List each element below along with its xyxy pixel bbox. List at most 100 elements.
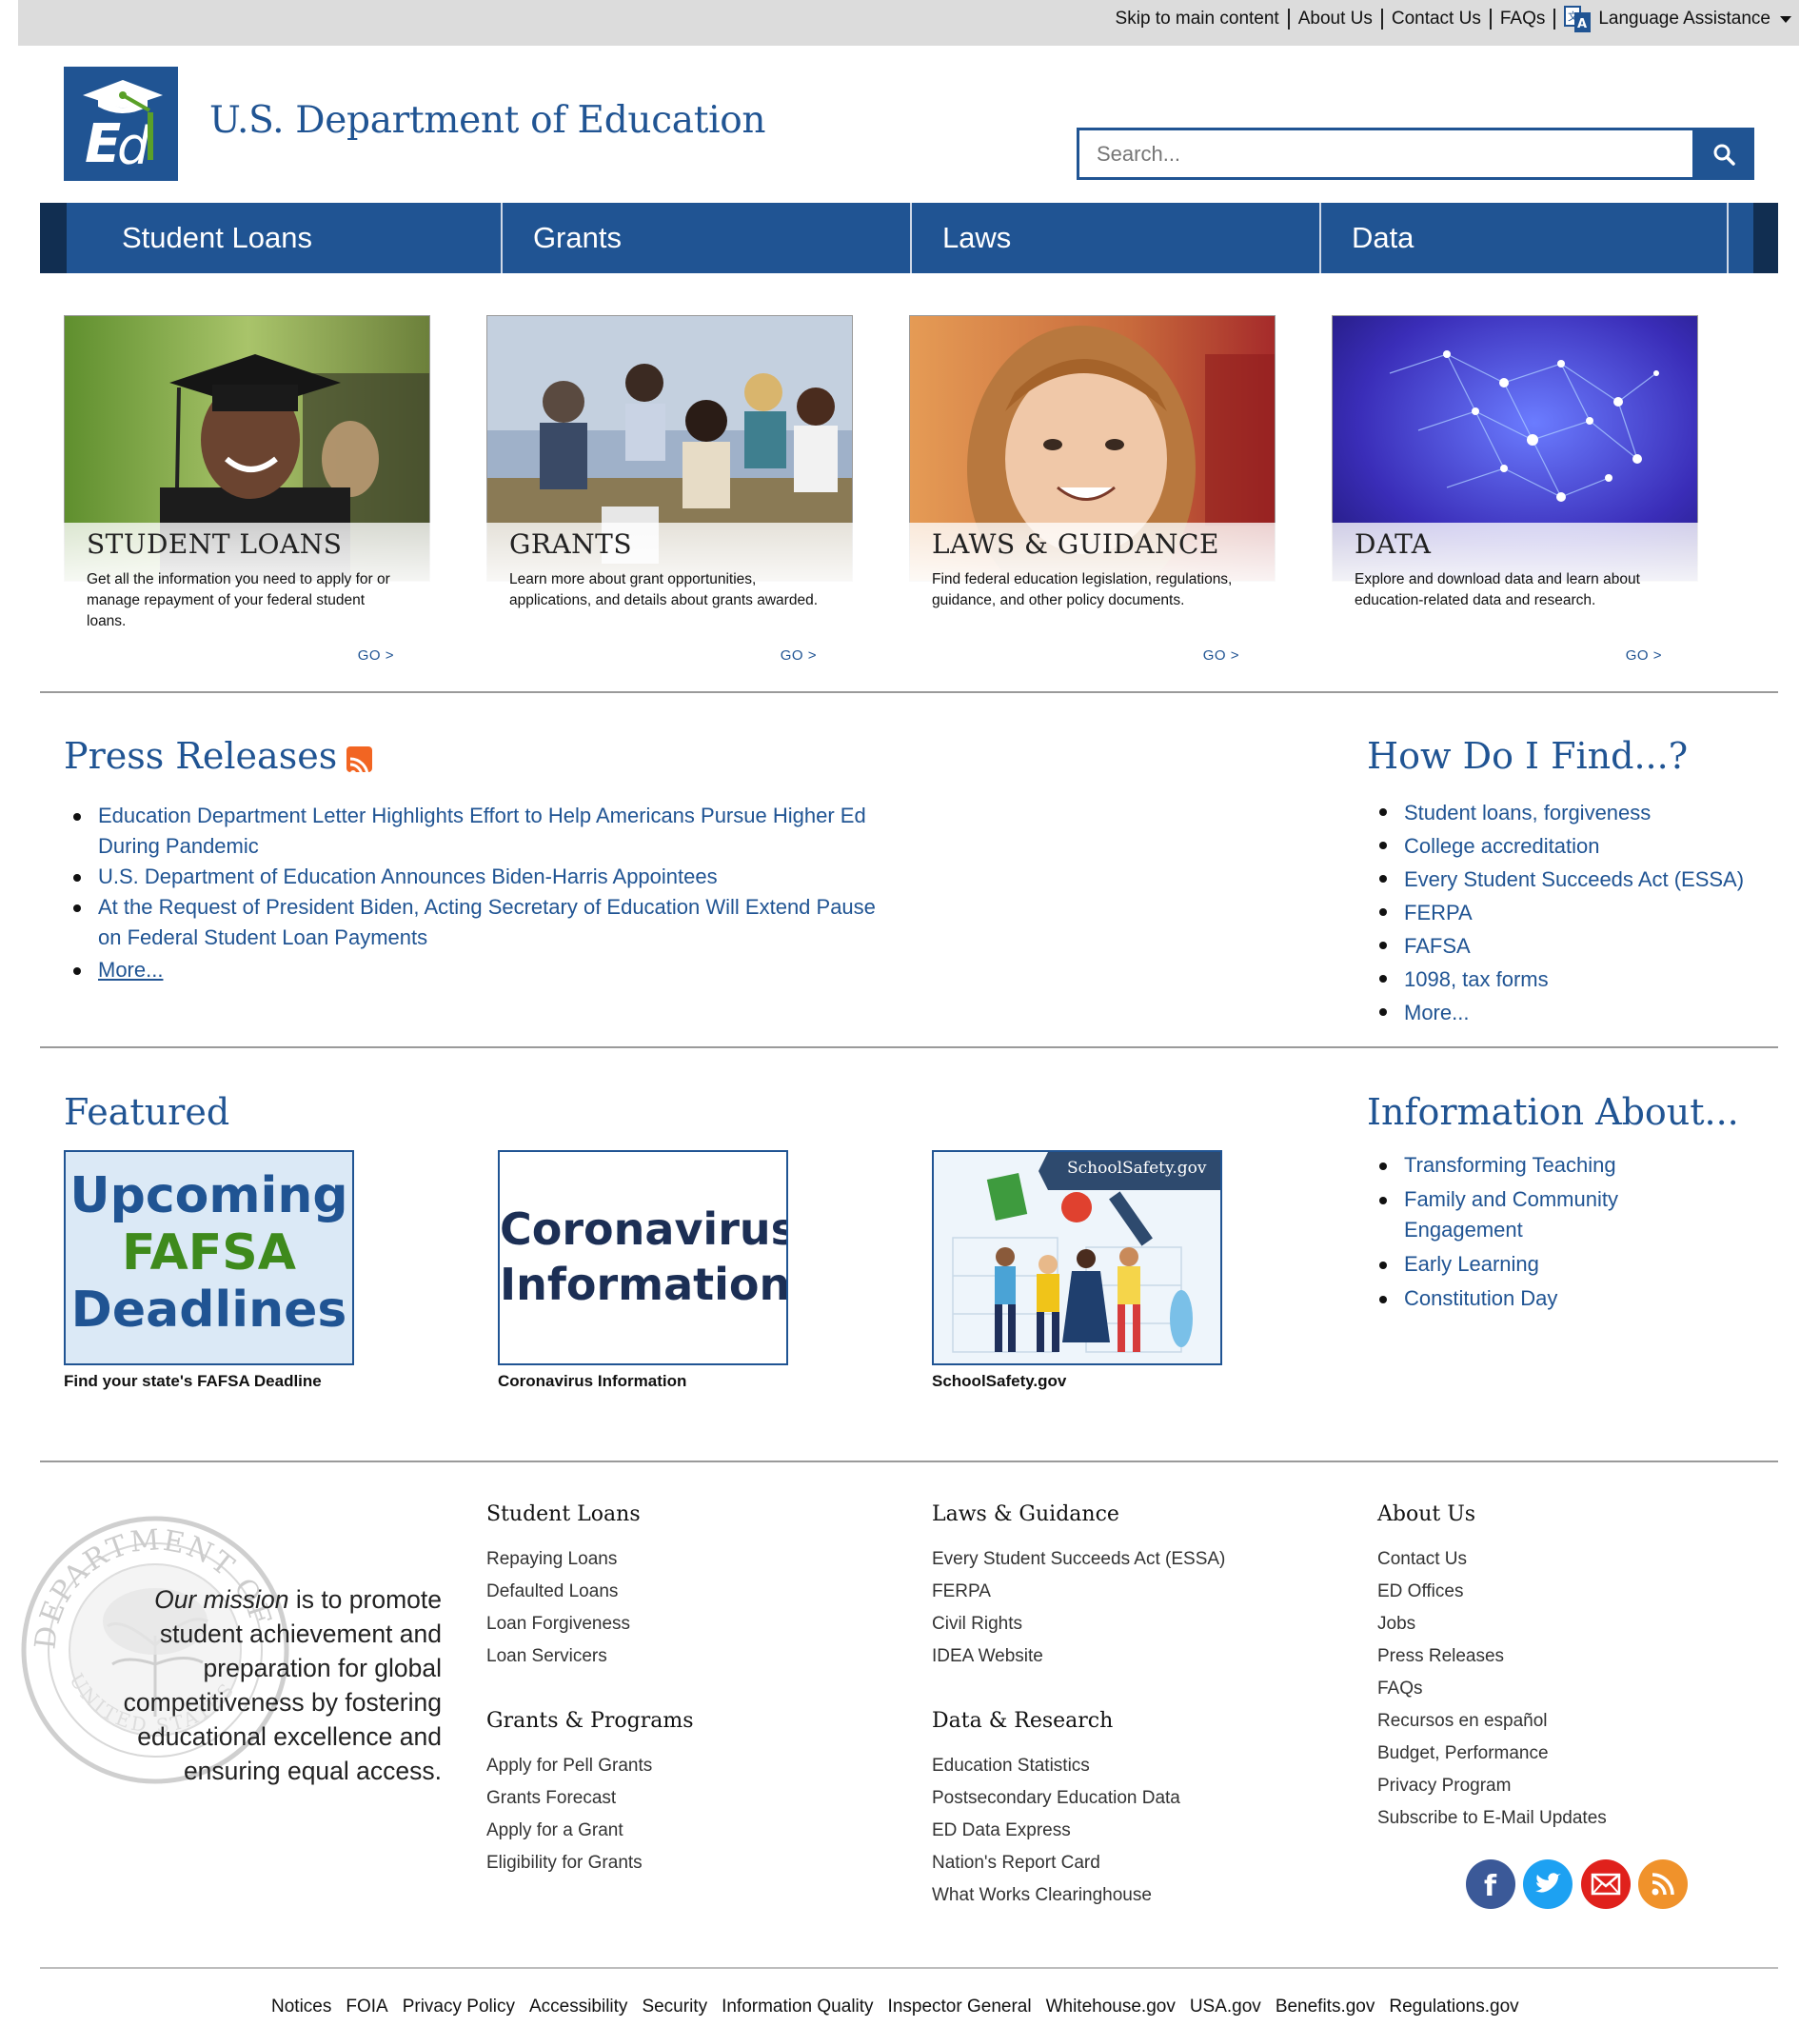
foia-link[interactable]: FOIA: [346, 1997, 387, 2017]
footer-link[interactable]: Loan Servicers: [486, 1640, 630, 1673]
contact-us-link[interactable]: Contact Us: [1383, 9, 1492, 30]
footer-link[interactable]: Subscribe to E-Mail Updates: [1377, 1802, 1607, 1835]
press-release-link[interactable]: U.S. Department of Education Announces B…: [66, 862, 922, 892]
footer-link[interactable]: What Works Clearinghouse: [932, 1879, 1180, 1912]
featured-caption[interactable]: Coronavirus Information: [498, 1372, 686, 1391]
footer-link[interactable]: Budget, Performance: [1377, 1738, 1607, 1770]
press-more-link[interactable]: More...: [66, 955, 922, 985]
footer-link[interactable]: Defaulted Loans: [486, 1576, 630, 1608]
find-link[interactable]: Every Student Succeeds Act (ESSA): [1372, 863, 1790, 896]
footer-link[interactable]: FAQs: [1377, 1673, 1607, 1705]
footer-link[interactable]: Privacy Program: [1377, 1770, 1607, 1802]
find-link[interactable]: 1098, tax forms: [1372, 963, 1790, 996]
footer-laws-list: Every Student Succeeds Act (ESSA) FERPA …: [932, 1543, 1225, 1673]
bottom-links: Notices FOIA Privacy Policy Accessibilit…: [271, 1997, 1533, 2017]
footer-about-title: About Us: [1377, 1502, 1476, 1526]
security-link[interactable]: Security: [642, 1997, 707, 2017]
card-go-link[interactable]: GO >: [1626, 647, 1662, 664]
footer-link[interactable]: ED Offices: [1377, 1576, 1607, 1608]
card-student-loans[interactable]: STUDENT LOANS Get all the information yo…: [64, 315, 430, 672]
footer-link[interactable]: Press Releases: [1377, 1640, 1607, 1673]
whitehouse-link[interactable]: Whitehouse.gov: [1046, 1997, 1176, 2017]
search-button[interactable]: [1692, 128, 1754, 180]
footer-link[interactable]: Recursos en español: [1377, 1705, 1607, 1738]
search-input[interactable]: [1077, 128, 1692, 180]
press-release-link[interactable]: Education Department Letter Highlights E…: [66, 801, 922, 862]
card-title: STUDENT LOANS: [87, 528, 343, 560]
footer-link[interactable]: Contact Us: [1377, 1543, 1607, 1576]
footer-link[interactable]: FERPA: [932, 1576, 1225, 1608]
footer-link[interactable]: Loan Forgiveness: [486, 1608, 630, 1640]
footer-link[interactable]: Education Statistics: [932, 1750, 1180, 1782]
footer-link[interactable]: Repaying Loans: [486, 1543, 630, 1576]
footer-link[interactable]: Grants Forecast: [486, 1782, 652, 1815]
twitter-icon[interactable]: [1523, 1859, 1573, 1909]
footer-laws-title: Laws & Guidance: [932, 1502, 1119, 1526]
featured-coronavirus-tile[interactable]: Coronavirus Information: [498, 1150, 788, 1365]
ed-logo[interactable]: E d: [64, 67, 178, 181]
utility-links: Skip to main content About Us Contact Us…: [1107, 0, 1791, 38]
featured-schoolsafety-tile[interactable]: SchoolSafety.gov: [932, 1150, 1222, 1365]
nav-data[interactable]: Data: [1318, 203, 1729, 273]
nav-grants[interactable]: Grants: [500, 203, 910, 273]
footer-link[interactable]: ED Data Express: [932, 1815, 1180, 1847]
benefits-gov-link[interactable]: Benefits.gov: [1276, 1997, 1375, 2017]
card-go-link[interactable]: GO >: [781, 647, 817, 664]
nav-laws[interactable]: Laws: [909, 203, 1319, 273]
footer-link[interactable]: Nation's Report Card: [932, 1847, 1180, 1879]
card-data[interactable]: DATA Explore and download data and learn…: [1332, 315, 1698, 672]
coronavirus-line2: Information: [500, 1259, 788, 1310]
rss-icon[interactable]: [346, 746, 373, 772]
find-more-link[interactable]: More...: [1372, 996, 1790, 1029]
info-link[interactable]: Early Learning: [1372, 1249, 1686, 1280]
nav-student-loans[interactable]: Student Loans: [91, 203, 501, 273]
search-form: [1077, 128, 1754, 180]
email-icon[interactable]: [1581, 1859, 1631, 1909]
featured-fafsa-tile[interactable]: Upcoming FAFSA Deadlines: [64, 1150, 354, 1365]
info-link[interactable]: Family and Community Engagement: [1372, 1184, 1686, 1245]
footer-link[interactable]: Postsecondary Education Data: [932, 1782, 1180, 1815]
card-go-link[interactable]: GO >: [358, 647, 394, 664]
regulations-gov-link[interactable]: Regulations.gov: [1389, 1997, 1518, 2017]
card-description: Find federal education legislation, regu…: [932, 571, 1233, 608]
footer-link[interactable]: Apply for a Grant: [486, 1815, 652, 1847]
footer-link[interactable]: IDEA Website: [932, 1640, 1225, 1673]
language-assistance-dropdown[interactable]: 文 A Language Assistance: [1555, 4, 1791, 34]
featured-caption[interactable]: Find your state's FAFSA Deadline: [64, 1372, 322, 1391]
info-link[interactable]: Transforming Teaching: [1372, 1150, 1686, 1181]
rss-icon[interactable]: [1638, 1859, 1688, 1909]
footer-link[interactable]: Apply for Pell Grants: [486, 1750, 652, 1782]
press-release-link[interactable]: At the Request of President Biden, Actin…: [66, 892, 884, 953]
usa-gov-link[interactable]: USA.gov: [1190, 1997, 1261, 2017]
fafsa-line1: Upcoming: [69, 1167, 348, 1224]
find-link[interactable]: FERPA: [1372, 896, 1790, 929]
featured-caption[interactable]: SchoolSafety.gov: [932, 1372, 1066, 1391]
site-title[interactable]: U.S. Department of Education: [209, 99, 766, 142]
how-do-i-find-heading: How Do I Find...?: [1367, 735, 1689, 777]
information-quality-link[interactable]: Information Quality: [722, 1997, 873, 2017]
find-link[interactable]: FAFSA: [1372, 929, 1790, 963]
faqs-link[interactable]: FAQs: [1492, 9, 1556, 30]
footer-link[interactable]: Eligibility for Grants: [486, 1847, 652, 1879]
fafsa-line2: FAFSA: [121, 1224, 296, 1282]
find-link[interactable]: College accreditation: [1372, 829, 1790, 863]
footer-link[interactable]: Jobs: [1377, 1608, 1607, 1640]
about-us-link[interactable]: About Us: [1290, 9, 1383, 30]
find-link[interactable]: Student loans, forgiveness: [1372, 796, 1790, 829]
fafsa-line3: Deadlines: [70, 1282, 347, 1339]
privacy-policy-link[interactable]: Privacy Policy: [403, 1997, 515, 2017]
skip-to-main-link[interactable]: Skip to main content: [1107, 9, 1290, 30]
notices-link[interactable]: Notices: [271, 1997, 331, 2017]
footer-link[interactable]: Every Student Succeeds Act (ESSA): [932, 1543, 1225, 1576]
facebook-icon[interactable]: f: [1466, 1859, 1515, 1909]
card-laws-guidance[interactable]: LAWS & GUIDANCE Find federal education l…: [909, 315, 1276, 672]
featured-heading: Featured: [64, 1091, 230, 1133]
footer-link[interactable]: Civil Rights: [932, 1608, 1225, 1640]
card-description: Get all the information you need to appl…: [87, 571, 390, 629]
card-go-link[interactable]: GO >: [1203, 647, 1239, 664]
card-grants[interactable]: GRANTS Learn more about grant opportunit…: [486, 315, 853, 672]
inspector-general-link[interactable]: Inspector General: [888, 1997, 1032, 2017]
info-link[interactable]: Constitution Day: [1372, 1283, 1686, 1314]
mission-emphasis: Our mission: [154, 1585, 289, 1614]
accessibility-link[interactable]: Accessibility: [529, 1997, 627, 2017]
